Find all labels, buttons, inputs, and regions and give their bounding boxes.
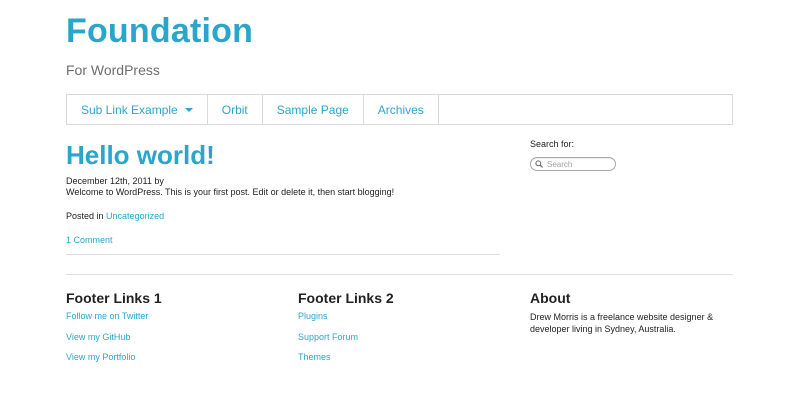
site-title[interactable]: Foundation: [66, 12, 253, 51]
nav-item-label: Archives: [377, 102, 424, 117]
footer-link-plugins[interactable]: Plugins: [298, 311, 328, 321]
search-icon: [535, 160, 544, 168]
footer-link-twitter[interactable]: Follow me on Twitter: [66, 311, 148, 321]
footer-heading: Footer Links 1: [66, 290, 162, 306]
search-input[interactable]: [544, 159, 607, 169]
search-box[interactable]: [530, 157, 616, 171]
footer-heading: About: [530, 290, 571, 306]
search-label: Search for:: [530, 139, 575, 149]
footer-about: About Drew Morris is a freelance website…: [530, 290, 720, 335]
comments-link[interactable]: 1 Comment: [66, 235, 113, 245]
footer-link-themes[interactable]: Themes: [298, 352, 331, 362]
footer-heading: Footer Links 2: [298, 290, 394, 306]
posted-in-label: Posted in: [66, 211, 104, 221]
footer-divider: [66, 274, 733, 275]
post-divider: [66, 254, 500, 255]
footer-link-github[interactable]: View my GitHub: [66, 332, 130, 342]
footer-link-support-forum[interactable]: Support Forum: [298, 332, 358, 342]
nav-item-label: Sample Page: [276, 102, 349, 117]
nav-item-orbit[interactable]: Orbit: [208, 95, 263, 124]
category-link[interactable]: Uncategorized: [106, 211, 164, 221]
post-meta: December 12th, 2011 by: [66, 176, 164, 186]
nav-item-sample-page[interactable]: Sample Page: [263, 95, 364, 124]
post-title[interactable]: Hello world!: [66, 140, 215, 171]
post-body: Welcome to WordPress. This is your first…: [66, 187, 395, 197]
footer-link-portfolio[interactable]: View my Portfolio: [66, 352, 135, 362]
nav-item-archives[interactable]: Archives: [364, 95, 439, 124]
main-nav: Sub Link Example Orbit Sample Page Archi…: [66, 94, 733, 125]
about-text: Drew Morris is a freelance website desig…: [530, 312, 714, 334]
nav-item-sub-link-example[interactable]: Sub Link Example: [67, 95, 208, 124]
nav-item-label: Sub Link Example: [81, 102, 178, 117]
site-tagline: For WordPress: [66, 62, 160, 78]
chevron-down-icon: [184, 108, 193, 112]
nav-item-label: Orbit: [221, 102, 248, 117]
footer-links-2: Footer Links 2 Plugins Support Forum The…: [298, 290, 394, 373]
footer-links-1: Footer Links 1 Follow me on Twitter View…: [66, 290, 162, 373]
post-category-line: Posted in Uncategorized: [66, 211, 164, 221]
